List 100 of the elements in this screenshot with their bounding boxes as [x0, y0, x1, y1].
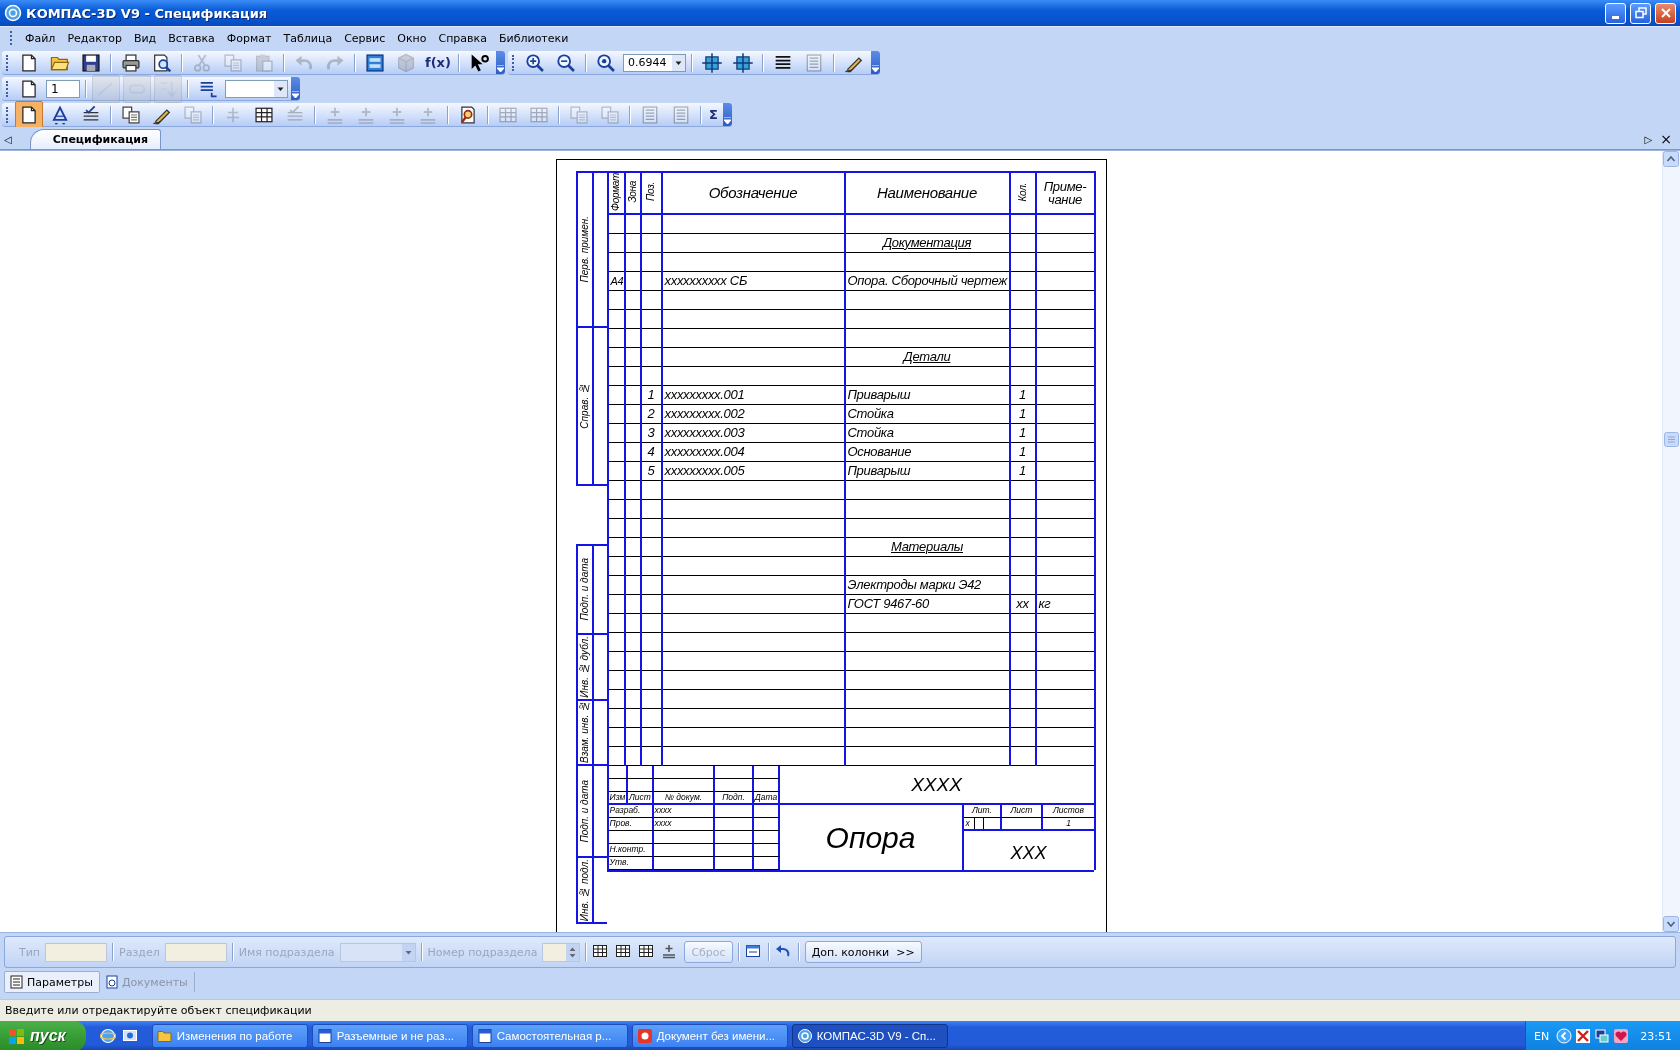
column-header: Формат — [607, 172, 625, 214]
designation-text: xxxxxxxxx.004 — [661, 442, 845, 462]
taskbar-button[interactable]: КОМПАС-3D V9 - Сп... — [791, 1024, 948, 1048]
column-label: Лист — [627, 791, 654, 805]
stamp-label: Подп. и дата — [579, 558, 590, 621]
part-name: Электроды марки Э42 — [844, 575, 1010, 595]
collapse-icon[interactable] — [1556, 1028, 1573, 1044]
empty-cell — [714, 765, 754, 779]
close-button[interactable] — [1655, 2, 1676, 24]
chevron-icon — [723, 117, 731, 124]
stamp-label: Перв. примен. — [579, 216, 590, 283]
part-name: Стойка — [844, 423, 1010, 443]
scroll-down-button[interactable] — [1663, 916, 1679, 932]
stamp-label: Справ. № — [579, 383, 590, 429]
empty-cell — [753, 843, 780, 857]
document-designation: XXXX — [779, 765, 1096, 805]
column-label: Подп. — [714, 791, 754, 805]
page-icon — [9, 974, 25, 990]
menu-item[interactable]: Формат — [220, 31, 278, 45]
restore-button[interactable] — [1630, 2, 1651, 24]
quantity-value: xx — [1009, 594, 1036, 614]
designation-text: xxxxxxxxx.002 — [661, 404, 845, 424]
toolbar-options-button[interactable] — [722, 103, 732, 126]
scroll-thumb[interactable] — [1664, 432, 1679, 447]
empty-cell — [653, 830, 715, 844]
toolbar-button[interactable]: f(x) — [423, 55, 453, 70]
column-label: Лит. — [963, 804, 1002, 818]
minimize-button[interactable] — [1605, 2, 1626, 24]
empty-cell — [653, 765, 715, 779]
close-button[interactable]: × — [1656, 131, 1680, 149]
empty-cell — [753, 817, 780, 831]
toolbar-options-button[interactable] — [870, 51, 880, 74]
column-header: Наименование — [844, 172, 1010, 214]
empty-cell — [714, 843, 754, 857]
stamp-label: Инв. № дубл. — [579, 636, 590, 698]
close-icon — [1659, 7, 1672, 19]
part-name: Приварыш — [844, 385, 1010, 405]
column-label: Дата — [753, 791, 780, 805]
empty-cell — [714, 778, 754, 792]
column-header: Кол. — [1009, 172, 1036, 214]
designation-text: xxxxxxxxx.005 — [661, 461, 845, 481]
signature-role: Н.контр. — [608, 843, 654, 857]
folder-icon — [156, 1028, 173, 1044]
desktop-icon[interactable] — [121, 1028, 138, 1044]
field-label: Тип — [19, 945, 41, 959]
menu-item[interactable]: Вставка — [162, 31, 221, 45]
empty-cell — [753, 765, 780, 779]
menu-item[interactable]: Редактор — [61, 31, 128, 45]
menu-item[interactable]: Файл — [19, 31, 62, 45]
scroll-left-button[interactable]: ◁ — [0, 134, 16, 149]
column-header: Зона — [624, 172, 641, 214]
column-header: Поз. — [640, 172, 662, 214]
browser-icon[interactable] — [99, 1028, 116, 1044]
minimize-icon — [1612, 15, 1619, 19]
chevron-icon — [496, 65, 504, 72]
menu-item[interactable]: Вид — [127, 31, 163, 45]
part-name: ГОСТ 9467-60 — [844, 594, 1010, 614]
signature-role: Пров. — [608, 817, 654, 831]
empty-cell — [627, 765, 654, 779]
scroll-up-button[interactable] — [1663, 151, 1679, 167]
toolbar-options-button[interactable] — [495, 51, 505, 74]
position-number: 5 — [640, 461, 662, 481]
window-title: КОМПАС-3D V9 - Спецификация — [26, 5, 269, 21]
format-code: А4 — [607, 271, 625, 291]
empty-cell — [714, 817, 754, 831]
toolbar-button[interactable]: Σ — [707, 107, 720, 122]
position-number: 4 — [640, 442, 662, 462]
panel-tab[interactable]: Параметры — [4, 971, 100, 993]
status-text: Введите или отредактируйте объект спецификации — [5, 1004, 312, 1017]
restore-icon — [1634, 7, 1647, 19]
note-text: кг — [1035, 594, 1095, 614]
spin-arrows-icon — [566, 943, 580, 961]
stamp-label: Инв. № подл. — [579, 858, 590, 922]
quantity-value: 1 — [1009, 461, 1036, 481]
toolbar-options-button[interactable] — [291, 77, 300, 100]
zoom-combo[interactable]: 0.6944 — [622, 53, 686, 72]
menu-item[interactable]: Окно — [391, 31, 433, 45]
menu-item[interactable]: Библиотеки — [492, 31, 575, 45]
scroll-right-button[interactable]: ▷ — [1640, 134, 1657, 149]
field-label: Имя подраздела — [238, 945, 335, 959]
chevron-icon — [871, 65, 879, 72]
tray-app-icon[interactable] — [1575, 1028, 1592, 1044]
menu-item[interactable]: Сервис — [338, 31, 392, 45]
document-icon[interactable] — [15, 100, 43, 129]
empty-cell — [753, 778, 780, 792]
document-tab[interactable]: Спецификация — [29, 129, 162, 149]
quantity-value: 1 — [1009, 385, 1036, 405]
quantity-value: 1 — [1009, 442, 1036, 462]
extra-columns-button[interactable]: Доп. колонки >> — [804, 941, 922, 963]
signer-name: xxxx — [653, 817, 715, 831]
empty-cell — [653, 778, 715, 792]
menu-item[interactable]: Справка — [432, 31, 493, 45]
empty-cell — [714, 830, 754, 844]
field-label: Раздел — [119, 945, 160, 959]
part-name: Приварыш — [844, 461, 1010, 481]
menu-item[interactable]: Таблица — [277, 31, 339, 45]
clock: 23:51 — [1640, 1029, 1672, 1043]
number-field[interactable]: 1 — [46, 79, 80, 98]
network-icon[interactable] — [1594, 1028, 1611, 1044]
vertical-scrollbar[interactable] — [1662, 151, 1680, 932]
